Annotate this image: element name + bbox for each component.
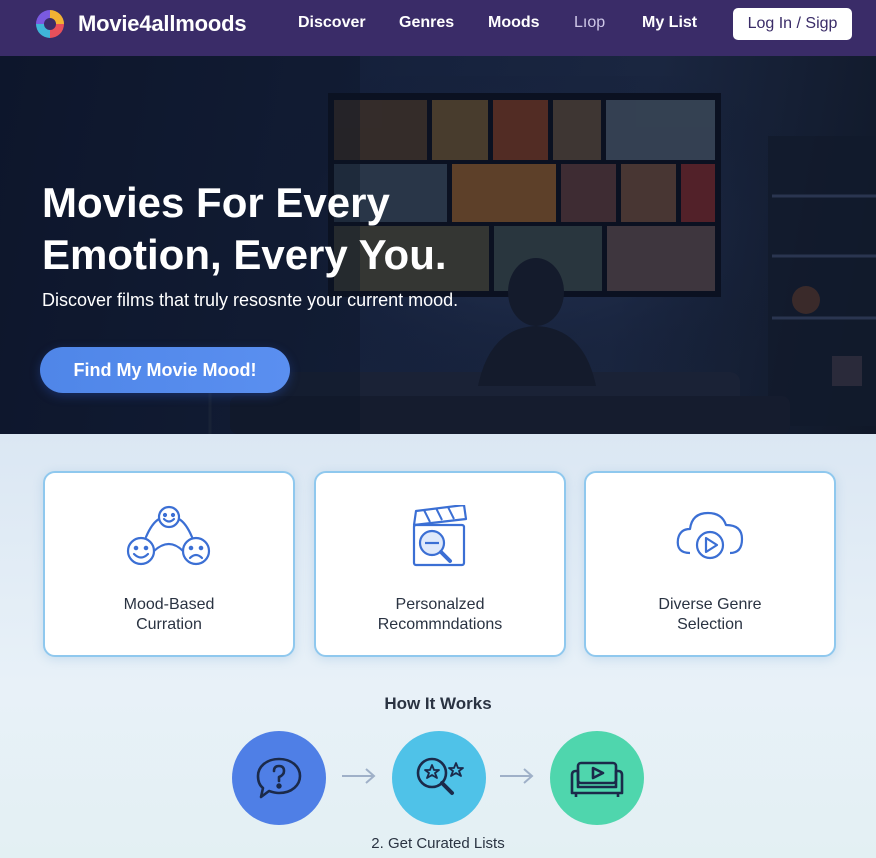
- nav-link-genres[interactable]: Genres: [399, 14, 454, 32]
- login-signup-button[interactable]: Log In / Sigp: [733, 8, 852, 40]
- hero-subtitle: Discover films that truly resosnte your …: [42, 290, 459, 310]
- active-step-caption: 2. Get Curated Lists: [371, 835, 505, 852]
- clapperboard-search-icon: [412, 505, 468, 567]
- hero-headline: Movies For Every Emotion, Every You.: [42, 179, 447, 278]
- feature-card-mood-based[interactable]: Mood-Based Curration: [43, 471, 295, 657]
- step-1-circle[interactable]: [232, 731, 326, 825]
- question-bubble-icon: [256, 757, 302, 799]
- step-3-circle[interactable]: [550, 731, 644, 825]
- cloud-play-icon: [676, 511, 744, 560]
- search-stars-icon: [416, 757, 464, 795]
- nav-link-my-list[interactable]: My List: [642, 14, 697, 32]
- feature-label: Mood-Based Curration: [123, 596, 215, 633]
- feature-label: Diverse Genre Selection: [658, 596, 762, 633]
- mood-faces-icon: [126, 505, 211, 566]
- hero-banner: Movies For Every Emotion, Every You. Dis…: [0, 56, 876, 434]
- nav-link-loop[interactable]: Lıop: [574, 14, 605, 32]
- step-2-circle[interactable]: [392, 731, 486, 825]
- find-movie-mood-button[interactable]: Find My Movie Mood!: [40, 347, 290, 393]
- feature-card-diverse-genre[interactable]: Diverse Genre Selection: [584, 471, 836, 657]
- brand-name[interactable]: Movie4allmoods: [78, 11, 247, 37]
- arrow-right-icon: [500, 768, 534, 784]
- top-nav-bar: Movie4allmoods Discover Genres Moods Lıo…: [0, 0, 876, 56]
- swirl-logo-icon[interactable]: [32, 6, 68, 42]
- nav-link-discover[interactable]: Discover: [298, 14, 366, 32]
- feature-card-personalized[interactable]: Personalzed Recommndations: [314, 471, 566, 657]
- couch-play-icon: [570, 761, 624, 797]
- nav-link-moods[interactable]: Moods: [488, 14, 540, 32]
- how-it-works-heading: How It Works: [384, 694, 492, 713]
- arrow-right-icon: [342, 768, 376, 784]
- feature-label: Personalzed Recommndations: [377, 596, 503, 633]
